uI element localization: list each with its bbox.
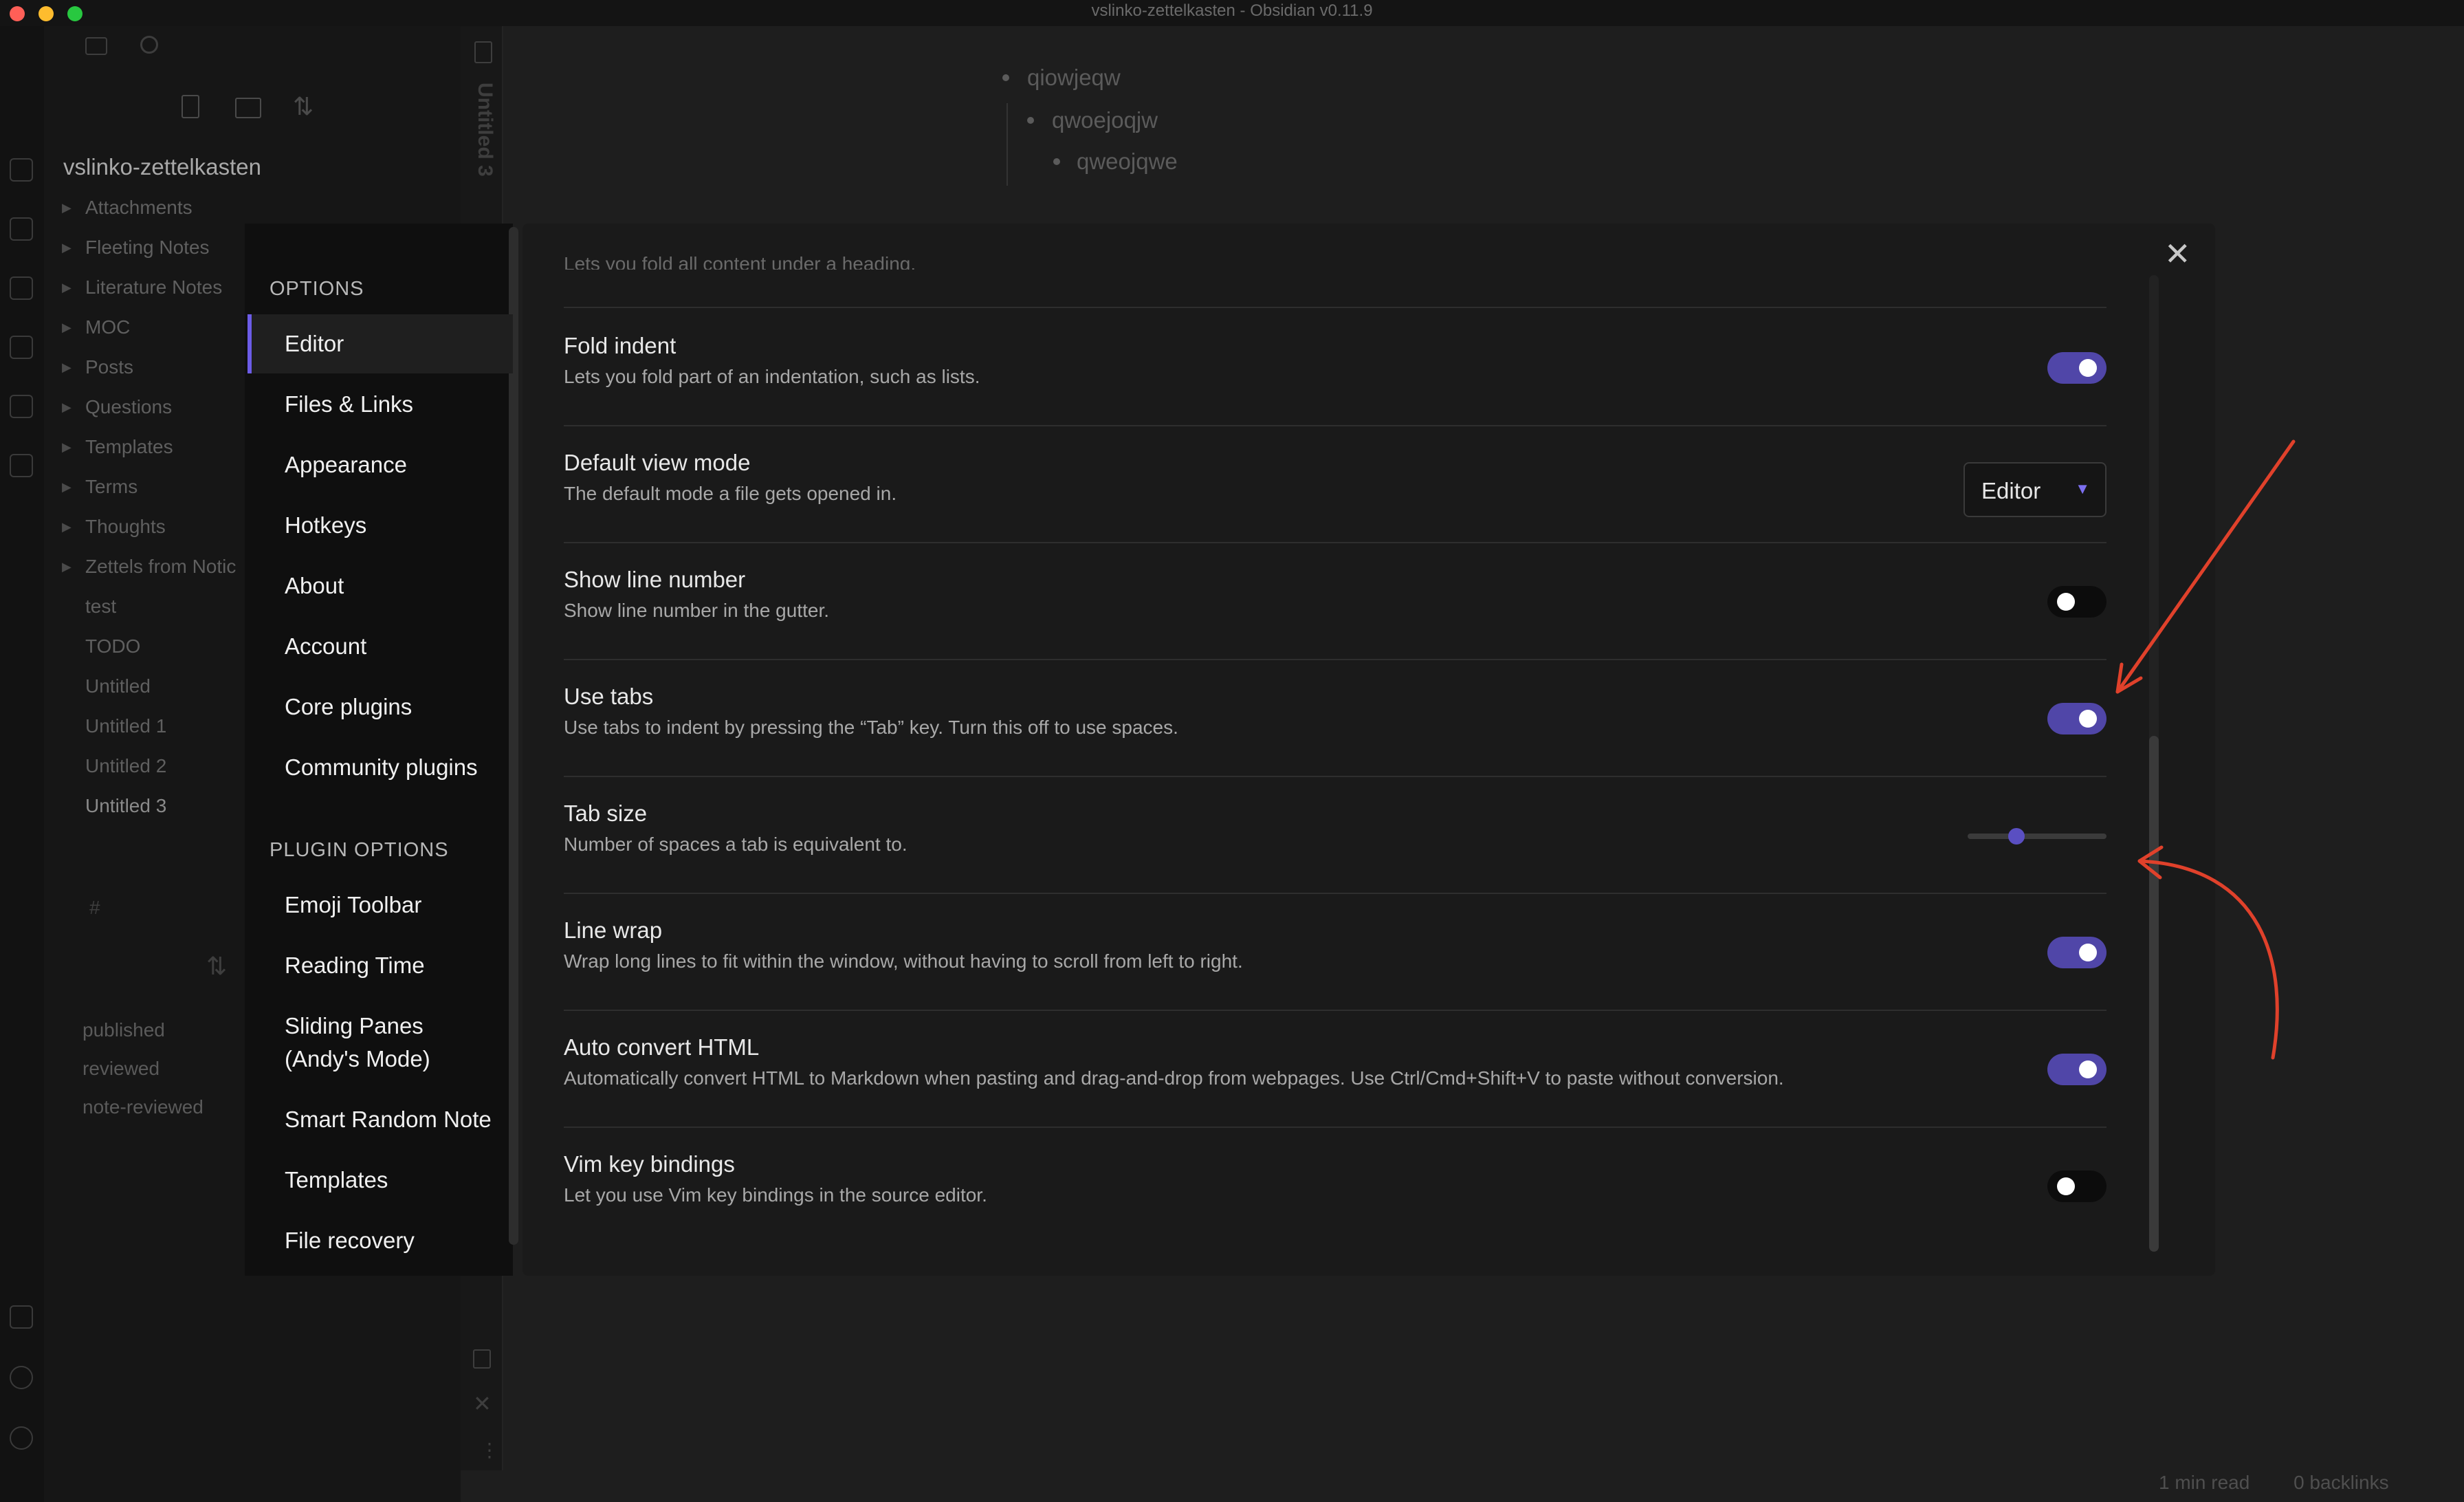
annotation-arrow-curved — [2137, 859, 2279, 1060]
annotation-arrows — [2115, 439, 2296, 1060]
annotation-arrow-straight — [2115, 439, 2296, 694]
